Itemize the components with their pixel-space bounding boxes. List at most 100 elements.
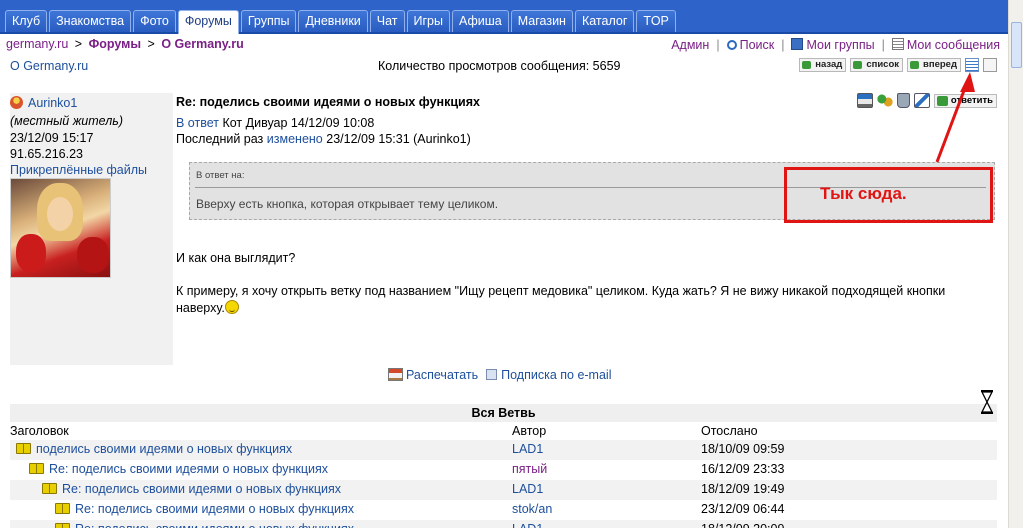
breadcrumb-separator: > — [74, 37, 83, 51]
thread-book-icon — [55, 503, 70, 514]
nav-tab[interactable]: Магазин — [510, 10, 573, 32]
separator: | — [716, 38, 720, 52]
tree-view-icon[interactable] — [983, 58, 997, 72]
nav-tab[interactable]: Каталог — [574, 10, 635, 32]
table-row[interactable]: Re: поделись своими идеями о новых функц… — [10, 480, 997, 500]
row-author[interactable]: LAD1 — [512, 440, 701, 460]
edit-icon[interactable] — [913, 93, 930, 108]
nav-tabs: Клуб Знакомства Фото Форумы Группы Дневники Ча… — [5, 10, 676, 34]
forum-link[interactable]: O Germany.ru — [10, 59, 88, 73]
breadcrumb-separator: > — [147, 37, 155, 51]
nav-tab[interactable]: TOP — [636, 10, 676, 32]
breadcrumb-forums[interactable]: Форумы — [89, 37, 141, 51]
view-count: Количество просмотров сообщения: 5659 — [378, 59, 621, 73]
row-author[interactable]: пятый — [512, 460, 701, 480]
admin-link[interactable]: Админ — [671, 38, 709, 52]
back-button[interactable]: назад — [799, 58, 847, 72]
post-body-text: К примеру, я хочу открыть ветку под назв… — [176, 284, 946, 315]
quote-text: Вверху есть кнопка, которая открывает те… — [196, 197, 499, 211]
author-ip: 91.65.216.23 — [10, 147, 83, 161]
nav-tab[interactable]: Знакомства — [49, 10, 132, 32]
row-author[interactable]: LAD1 — [512, 520, 701, 528]
row-title-link[interactable]: Re: поделись своими идеями о новых функц… — [49, 462, 328, 476]
post-toolbar: ответить — [856, 93, 997, 108]
print-label: Распечатать — [406, 368, 479, 382]
post-body-line-1: И как она выглядит? — [176, 251, 296, 265]
my-groups-link[interactable]: Мои группы — [791, 38, 875, 52]
answer-button[interactable]: ответить — [933, 93, 997, 108]
subscribe-link[interactable]: Подписка по e-mail — [486, 368, 611, 382]
edit-info: Последний раз изменено 23/12/09 15:31 (A… — [176, 132, 471, 146]
user-nav: Админ | Поиск | Мои группы | Мои сообщен… — [671, 38, 1000, 52]
nav-tab[interactable]: Чат — [369, 10, 405, 32]
table-row[interactable]: Re: поделись своими идеями о новых функц… — [10, 520, 997, 528]
search-link[interactable]: Поиск — [726, 38, 775, 52]
row-date: 18/12/09 20:09 — [701, 520, 997, 528]
avatar[interactable] — [10, 178, 111, 278]
breadcrumb-forum[interactable]: O Germany.ru — [161, 37, 243, 51]
row-title-cell: Re: поделись своими идеями о новых функц… — [10, 500, 512, 520]
answer-label: ответить — [950, 94, 993, 106]
row-title-cell: Re: поделись своими идеями о новых функц… — [10, 520, 512, 528]
user-icon — [10, 96, 23, 109]
thread-table: Вся Ветвь Заголовок Автор Отослано подел… — [10, 390, 997, 528]
subscribe-label: Подписка по e-mail — [501, 368, 612, 382]
row-title-link[interactable]: Re: поделись своими идеями о новых функц… — [75, 502, 354, 516]
thread-nav-buttons: назад список вперед — [799, 58, 997, 72]
nav-tab[interactable]: Фото — [133, 10, 176, 32]
author-date: 23/12/09 15:17 — [10, 131, 94, 145]
thread-title: Вся Ветвь — [471, 406, 536, 420]
column-title: Заголовок — [10, 424, 69, 438]
forward-button[interactable]: вперед — [907, 58, 961, 72]
hourglass-icon[interactable] — [980, 390, 994, 414]
breadcrumb-site[interactable]: germany.ru — [6, 37, 68, 51]
nav-tab[interactable]: Клуб — [5, 10, 48, 32]
subscribe-icon — [486, 369, 498, 380]
separator: | — [881, 38, 885, 52]
print-icon[interactable] — [856, 93, 873, 108]
search-label: Поиск — [739, 38, 775, 52]
nav-tab[interactable]: Дневники — [298, 10, 368, 32]
annotation-text: Тык сюда. — [820, 184, 907, 203]
list-button[interactable]: список — [850, 58, 904, 72]
nav-tab[interactable]: Форумы — [177, 10, 239, 34]
trash-icon[interactable] — [896, 93, 910, 108]
post-title: Re: поделись своими идеями о новых функц… — [176, 95, 480, 109]
my-messages-label: Мои сообщения — [906, 38, 1000, 52]
column-author: Автор — [512, 424, 547, 438]
search-icon — [726, 40, 737, 50]
table-row[interactable]: Re: поделись своими идеями о новых функц… — [10, 500, 997, 520]
thread-heading: Вся Ветвь — [10, 390, 997, 422]
row-title-cell: Re: поделись своими идеями о новых функц… — [10, 460, 512, 480]
answer-icon — [936, 95, 948, 106]
thread-book-icon — [42, 483, 57, 494]
post-actions: Распечатать Подписка по e-mail — [388, 368, 611, 382]
edited-details: 23/12/09 15:31 (Aurinko1) — [326, 132, 471, 146]
print-link[interactable]: Распечатать — [388, 368, 478, 382]
reply-link[interactable]: В ответ — [176, 116, 219, 130]
row-date: 18/12/09 19:49 — [701, 482, 785, 496]
attachments-link[interactable]: Прикреплённые файлы — [10, 163, 147, 177]
users-icon[interactable] — [876, 93, 893, 108]
scrollbar-thumb[interactable] — [1011, 22, 1022, 68]
row-author[interactable]: stok/an — [512, 500, 701, 520]
row-title-link[interactable]: Re: поделись своими идеями о новых функц… — [62, 482, 341, 496]
smiley-icon — [224, 300, 239, 314]
row-title-link[interactable]: поделись своими идеями о новых функциях — [36, 442, 292, 456]
printer-icon — [388, 368, 403, 381]
nav-tab[interactable]: Афиша — [452, 10, 509, 32]
my-groups-label: Мои группы — [806, 38, 875, 52]
my-messages-link[interactable]: Мои сообщения — [891, 38, 1000, 52]
row-author[interactable]: LAD1 — [512, 480, 701, 500]
edited-link[interactable]: изменено — [267, 132, 323, 146]
table-row[interactable]: поделись своими идеями о новых функциях L… — [10, 440, 997, 460]
row-title-link[interactable]: Re: поделись своими идеями о новых функц… — [75, 522, 354, 528]
nav-tab[interactable]: Группы — [240, 10, 297, 32]
quote-label: В ответ на: — [196, 170, 245, 181]
messages-icon — [891, 38, 904, 50]
author-name[interactable]: Aurinko1 — [28, 96, 77, 110]
full-thread-icon[interactable] — [965, 58, 979, 72]
scrollbar[interactable] — [1008, 0, 1023, 528]
table-row[interactable]: Re: поделись своими идеями о новых функц… — [10, 460, 997, 480]
nav-tab[interactable]: Игры — [406, 10, 450, 32]
